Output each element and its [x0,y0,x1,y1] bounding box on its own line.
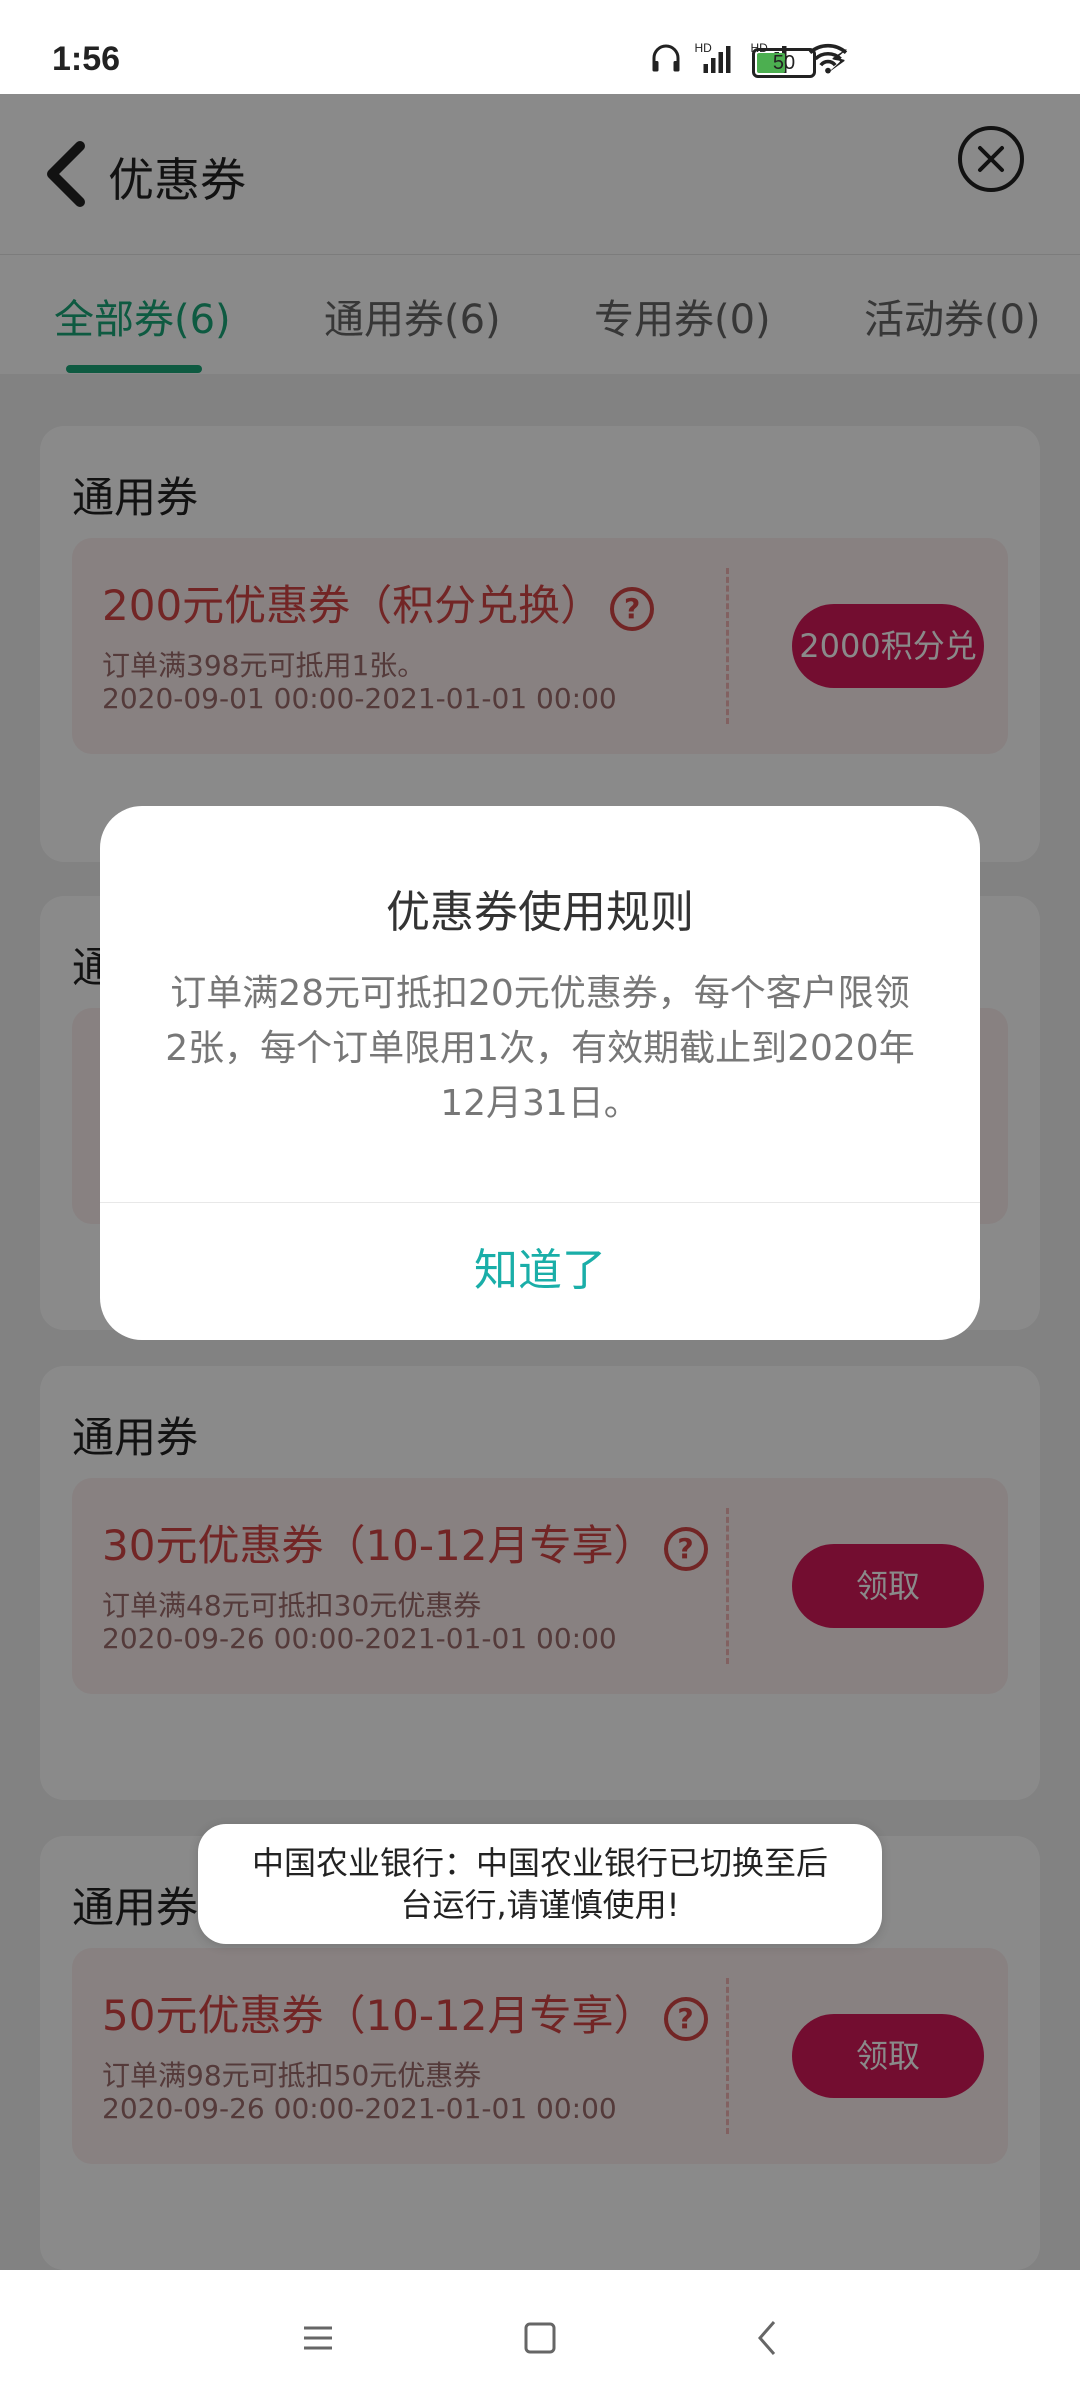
menu-icon[interactable] [288,2308,348,2368]
home-icon[interactable] [510,2308,570,2368]
status-icons: HD HD [648,40,850,76]
coupon-rules-dialog: 优惠券使用规则 订单满28元可抵扣20元优惠券，每个客户限领2张，每个订单限用1… [100,806,980,1340]
status-bar: 1:56 HD HD 50 ⚡ [0,0,1080,94]
svg-text:HD: HD [695,41,713,55]
dialog-title: 优惠券使用规则 [386,887,694,938]
signal-hd-icon: HD [695,41,731,73]
battery-icon: 50 [752,48,816,78]
system-nav-bar [0,2270,1080,2400]
back-icon[interactable] [738,2308,798,2368]
got-it-button[interactable]: 知道了 [100,1202,980,1340]
status-time: 1:56 [52,40,121,78]
toast-message: 中国农业银行：中国农业银行已切换至后台运行,请谨慎使用! [198,1824,882,1944]
battery-level: 50 [772,52,796,74]
charging-icon: ⚡ [828,44,850,79]
headphones-icon [652,44,680,72]
dialog-body: 订单满28元可抵扣20元优惠券，每个客户限领2张，每个订单限用1次，有效期截止到… [165,973,915,1124]
